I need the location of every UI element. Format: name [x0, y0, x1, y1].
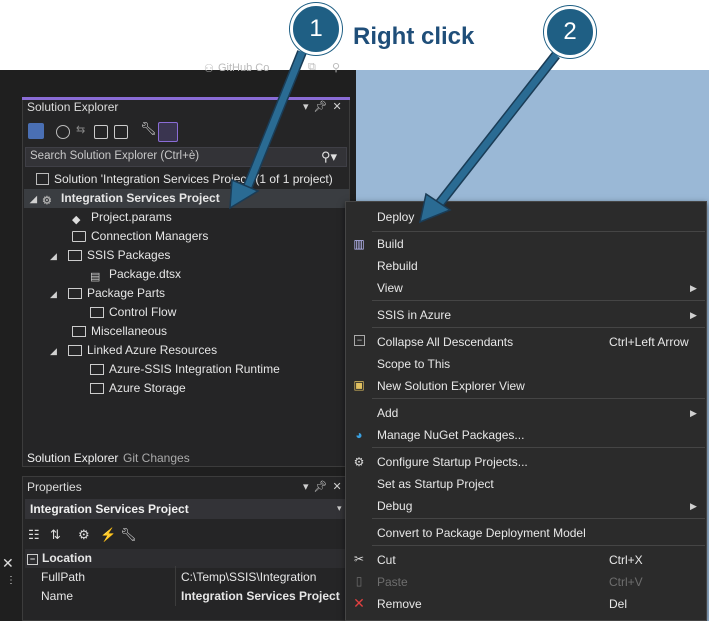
arrow-2: [418, 51, 560, 224]
step-badge-1: 1: [290, 3, 342, 55]
annotation-arrows: [229, 50, 560, 224]
right-click-label: Right click: [353, 23, 475, 50]
step-badge-2: 2: [544, 6, 596, 58]
arrow-1: [229, 50, 307, 210]
